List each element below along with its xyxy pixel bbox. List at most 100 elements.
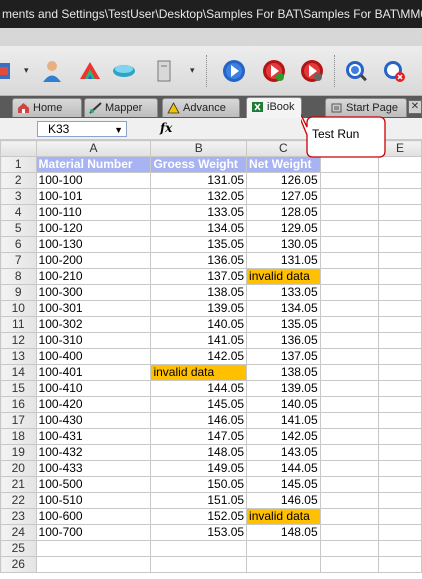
- net-weight-cell[interactable]: 140.05: [246, 396, 321, 413]
- close-tab-icon[interactable]: ✕: [408, 100, 422, 114]
- net-weight-cell[interactable]: 139.05: [246, 380, 321, 397]
- empty-cell[interactable]: [378, 444, 422, 461]
- groess-weight-cell[interactable]: 148.05: [150, 444, 248, 461]
- material-number-cell[interactable]: [35, 556, 152, 573]
- row-header[interactable]: 26: [0, 556, 37, 573]
- empty-cell[interactable]: [319, 332, 380, 349]
- empty-cell[interactable]: [319, 428, 380, 445]
- empty-cell[interactable]: [378, 556, 422, 573]
- row-header[interactable]: 17: [0, 412, 37, 429]
- empty-cell[interactable]: [319, 284, 380, 301]
- net-weight-cell[interactable]: 142.05: [246, 428, 321, 445]
- groess-weight-cell[interactable]: 138.05: [150, 284, 248, 301]
- row-header[interactable]: 24: [0, 524, 37, 541]
- row-header[interactable]: 23: [0, 508, 37, 525]
- empty-cell[interactable]: [319, 524, 380, 541]
- search-cancel-icon[interactable]: [382, 59, 406, 83]
- empty-cell[interactable]: [319, 476, 380, 493]
- groess-weight-cell[interactable]: 136.05: [150, 252, 248, 269]
- row-header[interactable]: 20: [0, 460, 37, 477]
- material-number-cell[interactable]: 100-700: [35, 524, 152, 541]
- groess-weight-cell[interactable]: 141.05: [150, 332, 248, 349]
- empty-cell[interactable]: [378, 540, 422, 557]
- row-header[interactable]: 19: [0, 444, 37, 461]
- row-header[interactable]: 16: [0, 396, 37, 413]
- row-header[interactable]: 1: [0, 156, 37, 173]
- row-header[interactable]: 22: [0, 492, 37, 509]
- material-number-cell[interactable]: 100-431: [35, 428, 152, 445]
- net-weight-cell[interactable]: invalid data: [246, 508, 321, 525]
- groess-weight-cell[interactable]: 144.05: [150, 380, 248, 397]
- empty-cell[interactable]: [378, 236, 422, 253]
- material-number-cell[interactable]: 100-400: [35, 348, 152, 365]
- empty-cell[interactable]: [319, 508, 380, 525]
- groess-weight-cell[interactable]: 140.05: [150, 316, 248, 333]
- groess-weight-cell[interactable]: 131.05: [150, 172, 248, 189]
- empty-cell[interactable]: [378, 508, 422, 525]
- material-number-cell[interactable]: 100-500: [35, 476, 152, 493]
- function-icon[interactable]: fx: [160, 121, 172, 135]
- empty-cell[interactable]: [319, 540, 380, 557]
- empty-cell[interactable]: [319, 316, 380, 333]
- empty-cell[interactable]: [378, 396, 422, 413]
- empty-cell[interactable]: [319, 444, 380, 461]
- groess-weight-cell[interactable]: 139.05: [150, 300, 248, 317]
- user-icon[interactable]: [40, 59, 64, 83]
- empty-cell[interactable]: [378, 412, 422, 429]
- material-number-cell[interactable]: 100-302: [35, 316, 152, 333]
- groess-weight-cell[interactable]: [150, 540, 248, 557]
- chevron-down-icon[interactable]: ▾: [24, 66, 32, 75]
- empty-cell[interactable]: [319, 492, 380, 509]
- empty-cell[interactable]: [319, 252, 380, 269]
- material-number-cell[interactable]: 100-300: [35, 284, 152, 301]
- material-number-cell[interactable]: 100-120: [35, 220, 152, 237]
- net-weight-cell[interactable]: 135.05: [246, 316, 321, 333]
- material-number-cell[interactable]: 100-600: [35, 508, 152, 525]
- partial-tool-icon[interactable]: [0, 59, 18, 83]
- document-icon[interactable]: [152, 59, 176, 83]
- material-number-cell[interactable]: 100-430: [35, 412, 152, 429]
- row-header[interactable]: 10: [0, 300, 37, 317]
- net-weight-cell[interactable]: 137.05: [246, 348, 321, 365]
- row-header[interactable]: 4: [0, 204, 37, 221]
- empty-cell[interactable]: [378, 204, 422, 221]
- empty-cell[interactable]: [319, 380, 380, 397]
- groess-weight-cell[interactable]: 150.05: [150, 476, 248, 493]
- groess-weight-cell[interactable]: 146.05: [150, 412, 248, 429]
- empty-cell[interactable]: [319, 396, 380, 413]
- material-number-cell[interactable]: 100-301: [35, 300, 152, 317]
- empty-cell[interactable]: [378, 348, 422, 365]
- empty-cell[interactable]: [378, 364, 422, 381]
- row-header[interactable]: 9: [0, 284, 37, 301]
- groess-weight-cell[interactable]: 153.05: [150, 524, 248, 541]
- header-cell-groess-weight[interactable]: Groess Weight: [150, 156, 248, 173]
- empty-cell[interactable]: [319, 204, 380, 221]
- empty-cell[interactable]: [378, 460, 422, 477]
- groess-weight-cell[interactable]: 149.05: [150, 460, 248, 477]
- tab-mapper[interactable]: Mapper: [84, 98, 158, 117]
- net-weight-cell[interactable]: invalid data: [246, 268, 321, 285]
- material-number-cell[interactable]: 100-310: [35, 332, 152, 349]
- material-number-cell[interactable]: 100-433: [35, 460, 152, 477]
- empty-cell[interactable]: [378, 188, 422, 205]
- empty-cell[interactable]: [378, 252, 422, 269]
- column-header-b[interactable]: B: [150, 140, 248, 157]
- net-weight-cell[interactable]: 127.05: [246, 188, 321, 205]
- material-number-cell[interactable]: 100-210: [35, 268, 152, 285]
- groess-weight-cell[interactable]: 133.05: [150, 204, 248, 221]
- net-weight-cell[interactable]: 129.05: [246, 220, 321, 237]
- empty-cell[interactable]: [319, 236, 380, 253]
- material-number-cell[interactable]: 100-432: [35, 444, 152, 461]
- empty-cell[interactable]: [319, 188, 380, 205]
- groess-weight-cell[interactable]: 145.05: [150, 396, 248, 413]
- groess-weight-cell[interactable]: 137.05: [150, 268, 248, 285]
- net-weight-cell[interactable]: 143.05: [246, 444, 321, 461]
- material-number-cell[interactable]: 100-420: [35, 396, 152, 413]
- material-number-cell[interactable]: 100-401: [35, 364, 152, 381]
- row-header[interactable]: 21: [0, 476, 37, 493]
- empty-cell[interactable]: [378, 380, 422, 397]
- name-box[interactable]: K33 ▼: [37, 121, 127, 137]
- empty-cell[interactable]: [319, 268, 380, 285]
- empty-cell[interactable]: [378, 524, 422, 541]
- net-weight-cell[interactable]: 134.05: [246, 300, 321, 317]
